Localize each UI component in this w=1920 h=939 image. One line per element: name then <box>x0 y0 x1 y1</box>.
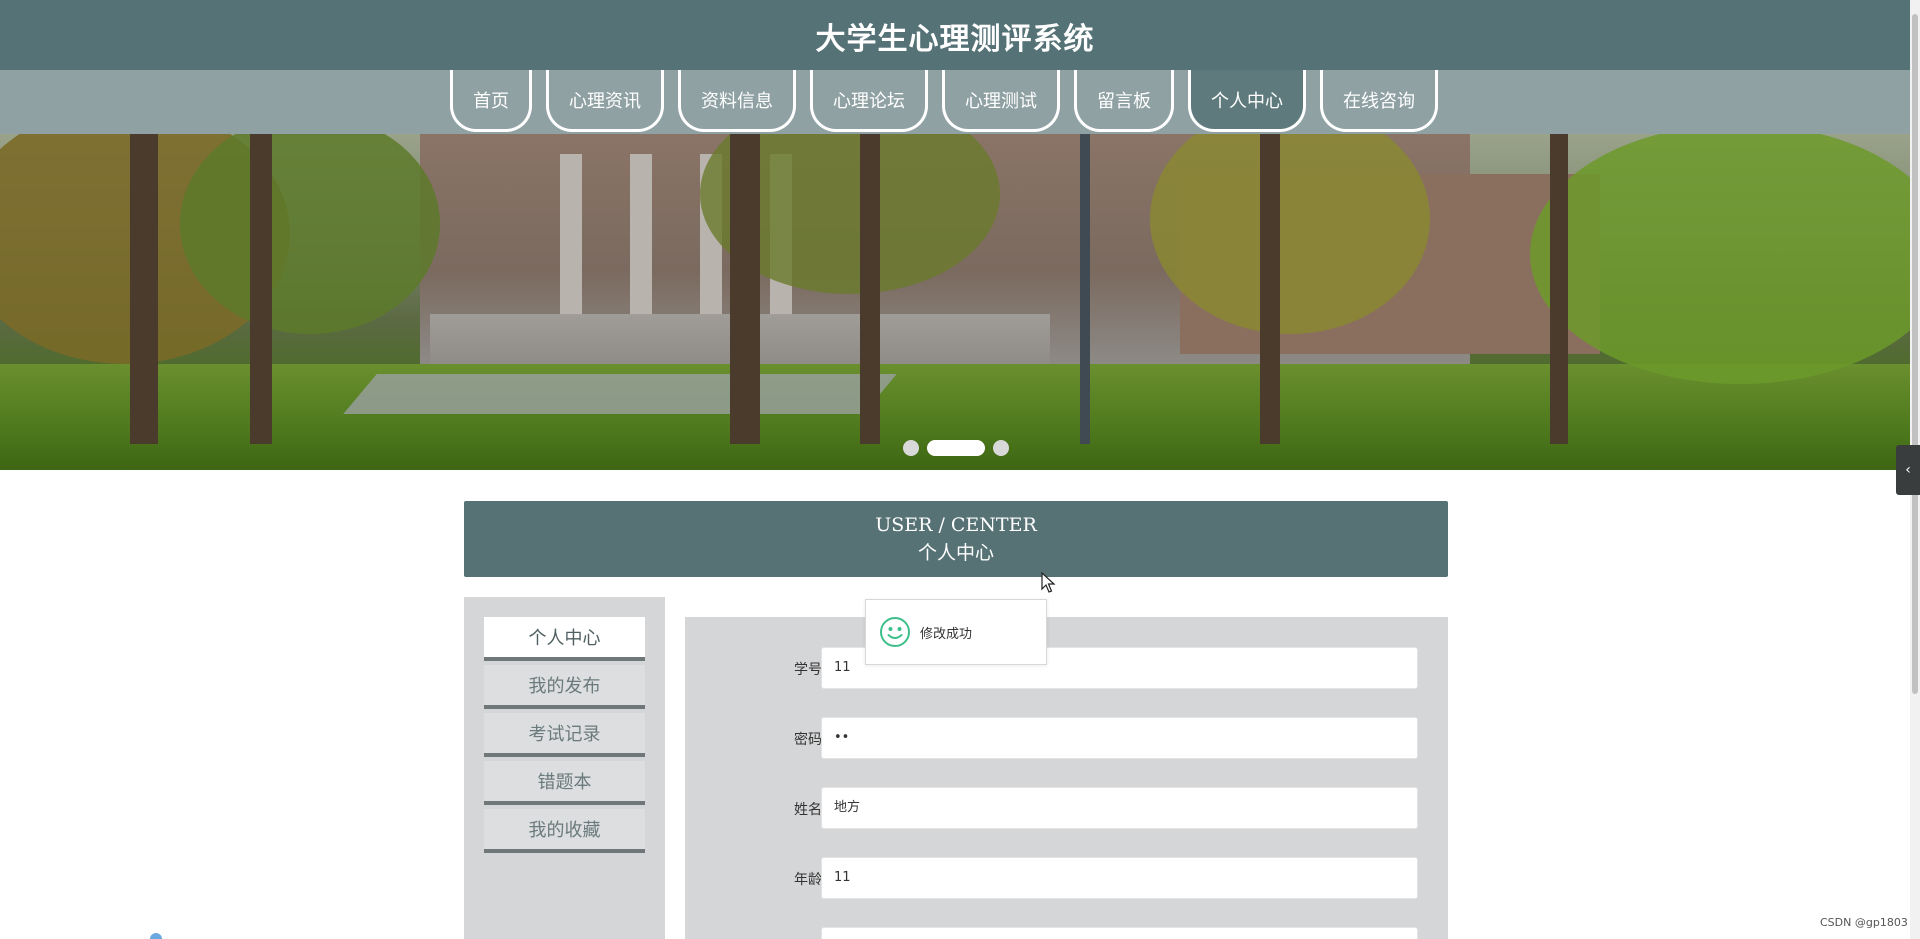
banner-carousel[interactable] <box>0 134 1910 470</box>
nav-item-test[interactable]: 心理测试 <box>942 70 1060 132</box>
watermark: CSDN @gp1803 <box>1820 916 1908 929</box>
nav-item-message-board[interactable]: 留言板 <box>1074 70 1174 132</box>
form-row-password: 密码 •• <box>685 717 1448 759</box>
user-sidebar: 个人中心 我的发布 考试记录 错题本 我的收藏 <box>464 597 665 939</box>
nav-item-home[interactable]: 首页 <box>450 70 532 132</box>
password-input[interactable]: •• <box>821 717 1418 759</box>
banner-tree-trunk <box>250 134 272 444</box>
nav-item-materials[interactable]: 资料信息 <box>678 70 796 132</box>
nav-item-online-consult[interactable]: 在线咨询 <box>1320 70 1438 132</box>
nav-list: 首页 心理资讯 资料信息 心理论坛 心理测试 留言板 个人中心 在线咨询 <box>450 70 1452 132</box>
mouse-cursor-icon <box>1041 572 1056 593</box>
sidebar-item-my-posts[interactable]: 我的发布 <box>484 665 645 709</box>
carousel-dot[interactable] <box>903 440 919 456</box>
main-nav: 首页 心理资讯 资料信息 心理论坛 心理测试 留言板 个人中心 在线咨询 <box>0 70 1910 134</box>
carousel-dot-active[interactable] <box>927 440 985 456</box>
toast-text: 修改成功 <box>920 626 973 642</box>
name-label: 姓名 <box>794 802 822 818</box>
site-title: 大学生心理测评系统 <box>815 22 1095 57</box>
age-label: 年龄 <box>794 872 822 888</box>
scrollbar-thumb[interactable] <box>1912 14 1918 694</box>
side-float-toggle[interactable]: ‹ <box>1896 445 1920 495</box>
nav-item-user-center[interactable]: 个人中心 <box>1188 70 1306 132</box>
carousel-indicators <box>903 440 1009 456</box>
name-input[interactable]: 地方 <box>821 787 1418 829</box>
student-id-label: 学号 <box>794 662 822 678</box>
banner-path <box>343 374 897 414</box>
banner-tree-trunk <box>1260 134 1280 444</box>
section-title-en: USER / CENTER <box>875 514 1037 536</box>
chevron-left-icon: ‹ <box>1905 462 1911 478</box>
banner-tree-trunk <box>130 134 158 444</box>
banner-lamp-post <box>1080 134 1090 444</box>
sidebar-item-favorites[interactable]: 我的收藏 <box>484 809 645 853</box>
nav-item-news[interactable]: 心理资讯 <box>546 70 664 132</box>
next-field-input[interactable] <box>821 927 1418 939</box>
form-row-next <box>685 927 1448 939</box>
sidebar-item-user-center[interactable]: 个人中心 <box>484 617 645 661</box>
section-header: USER / CENTER 个人中心 <box>464 501 1448 577</box>
banner-tree-trunk <box>1550 134 1568 444</box>
corner-widget-icon[interactable] <box>150 933 162 939</box>
nav-item-forum[interactable]: 心理论坛 <box>810 70 928 132</box>
page: 大学生心理测评系统 首页 心理资讯 资料信息 心理论坛 心理测试 留言板 个人中… <box>0 0 1920 939</box>
age-input[interactable]: 11 <box>821 857 1418 899</box>
top-header: 大学生心理测评系统 <box>0 0 1910 70</box>
banner-tree-trunk <box>860 134 880 444</box>
profile-form: 学号 11 密码 •• 姓名 地方 年龄 11 <box>685 617 1448 939</box>
carousel-dot[interactable] <box>993 440 1009 456</box>
form-row-name: 姓名 地方 <box>685 787 1448 829</box>
toast-message: 修改成功 <box>865 599 1047 665</box>
sidebar-item-exam-records[interactable]: 考试记录 <box>484 713 645 757</box>
sidebar-item-wrong-questions[interactable]: 错题本 <box>484 761 645 805</box>
smile-icon <box>880 617 910 647</box>
section-title-cn: 个人中心 <box>917 542 994 564</box>
form-row-student-id: 学号 11 <box>685 647 1448 689</box>
password-label: 密码 <box>794 732 822 748</box>
form-row-age: 年龄 11 <box>685 857 1448 899</box>
banner-tree-trunk <box>730 134 760 444</box>
